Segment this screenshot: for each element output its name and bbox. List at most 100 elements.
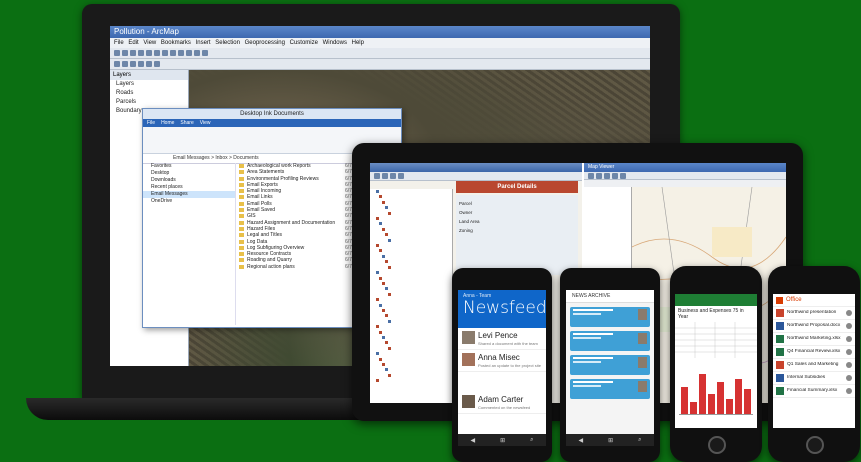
tool-icon[interactable]	[138, 61, 144, 67]
explorer-ribbon-tabs[interactable]: File Home Share View	[143, 119, 401, 127]
more-icon[interactable]	[846, 323, 852, 329]
tool-icon[interactable]	[162, 50, 168, 56]
folder-icon	[239, 170, 244, 175]
folder-icon	[239, 252, 244, 257]
tool-icon[interactable]	[114, 50, 120, 56]
back-icon[interactable]: ◀	[470, 437, 475, 444]
recent-documents-list[interactable]: Northwind presentation Northwind Proposal…	[773, 307, 855, 398]
bar	[699, 374, 706, 414]
nav-item[interactable]: Desktop	[143, 170, 235, 177]
tool-icon[interactable]	[122, 50, 128, 56]
feed-post[interactable]: Levi Pence Shared a document with the te…	[458, 328, 546, 350]
document-name: Northwind Marketing.xlsx	[787, 336, 841, 342]
search-icon[interactable]: ⌕	[530, 437, 533, 444]
folder-icon	[239, 214, 244, 219]
toc-item[interactable]: Parcels	[110, 98, 188, 107]
tool-icon[interactable]	[604, 172, 610, 179]
tree-node-icon	[382, 281, 385, 285]
tab-share[interactable]: Share	[180, 119, 193, 127]
tree-node-icon	[385, 341, 388, 345]
parcel-form[interactable]: Parcel Owner Land Area Zoning	[456, 195, 578, 275]
more-icon[interactable]	[846, 375, 852, 381]
chat-bubble[interactable]	[570, 331, 650, 351]
tree-node-icon	[379, 303, 382, 307]
phone-action-bar[interactable]: ◀ ⊞ ⌕	[566, 434, 654, 446]
arcmap-toolbar[interactable]	[110, 48, 650, 59]
document-item[interactable]: Northwind presentation	[773, 307, 855, 320]
more-icon[interactable]	[846, 336, 852, 342]
tool-icon[interactable]	[202, 50, 208, 56]
tool-icon[interactable]	[186, 50, 192, 56]
arcmap-menubar[interactable]: File Edit View Bookmarks Insert Selectio…	[110, 38, 650, 48]
tool-icon[interactable]	[374, 173, 380, 179]
tool-icon[interactable]	[154, 61, 160, 67]
tool-icon[interactable]	[146, 61, 152, 67]
feed-post[interactable]: Adam Carter Commented on the newsfeed	[458, 392, 546, 414]
chat-list[interactable]	[566, 307, 654, 399]
nav-item[interactable]: OneDrive	[143, 198, 235, 205]
parcel-tree[interactable]	[370, 189, 453, 403]
document-item[interactable]: Q4 Financial Review.xlsx	[773, 346, 855, 359]
tool-icon[interactable]	[194, 50, 200, 56]
post-text: Posted an update to the project site	[478, 363, 541, 368]
parcel-toolbar[interactable]	[370, 172, 582, 181]
tool-icon[interactable]	[130, 50, 136, 56]
parcel-details-header: Parcel Details	[456, 181, 578, 193]
document-item[interactable]: Northwind Proposal.docx	[773, 320, 855, 333]
more-icon[interactable]	[846, 349, 852, 355]
tool-icon[interactable]	[588, 172, 594, 179]
bar	[735, 379, 742, 414]
tool-icon[interactable]	[612, 172, 618, 179]
document-item[interactable]: Internal Subsidies	[773, 372, 855, 385]
tree-node-icon	[382, 363, 385, 366]
tree-node-icon	[382, 308, 385, 312]
tool-icon[interactable]	[154, 50, 160, 56]
document-icon	[776, 348, 784, 356]
nav-item[interactable]: Downloads	[143, 177, 235, 184]
more-icon[interactable]	[846, 388, 852, 394]
nav-item[interactable]: Favorites	[143, 163, 235, 170]
search-icon[interactable]: ⌕	[638, 437, 641, 444]
tab-home[interactable]: Home	[161, 119, 174, 127]
navigation-pane[interactable]: Favorites Desktop Downloads Recent place…	[143, 163, 236, 325]
document-item[interactable]: Q1 Sales and Marketing	[773, 359, 855, 372]
chat-bubble[interactable]	[570, 355, 650, 375]
arcmap-toolbar-2[interactable]	[110, 59, 650, 70]
nav-item-selected[interactable]: Email Messages	[143, 191, 235, 198]
tree-node-icon	[385, 260, 388, 264]
more-icon[interactable]	[846, 310, 852, 316]
chat-bubble[interactable]	[570, 307, 650, 327]
document-item[interactable]: Financial Summary.xlsx	[773, 385, 855, 398]
tool-icon[interactable]	[170, 50, 176, 56]
document-item[interactable]: Northwind Marketing.xlsx	[773, 333, 855, 346]
tool-icon[interactable]	[596, 172, 602, 179]
feed-post[interactable]: Anna Misec Posted an update to the proje…	[458, 350, 546, 372]
tool-icon[interactable]	[146, 50, 152, 56]
toc-item[interactable]: Roads	[110, 89, 188, 98]
tool-icon[interactable]	[390, 173, 396, 179]
chat-bubble[interactable]	[570, 379, 650, 399]
phone-action-bar[interactable]: ◀ ⊞ ⌕	[458, 434, 546, 446]
map-toolbar[interactable]	[584, 172, 786, 180]
avatar	[638, 309, 647, 320]
home-button[interactable]	[806, 436, 824, 454]
tool-icon[interactable]	[114, 61, 120, 67]
windows-icon[interactable]: ⊞	[500, 437, 505, 444]
nav-item[interactable]: Recent places	[143, 184, 235, 191]
tool-icon[interactable]	[620, 172, 626, 179]
tool-icon[interactable]	[178, 50, 184, 56]
tool-icon[interactable]	[122, 61, 128, 67]
windows-icon[interactable]: ⊞	[608, 437, 613, 444]
back-icon[interactable]: ◀	[578, 437, 583, 444]
toc-item[interactable]: Layers	[110, 80, 188, 89]
tool-icon[interactable]	[138, 50, 144, 56]
tool-icon[interactable]	[130, 61, 136, 67]
tool-icon[interactable]	[382, 173, 388, 179]
tool-icon[interactable]	[398, 173, 404, 179]
tree-node[interactable]	[370, 378, 452, 383]
more-icon[interactable]	[846, 362, 852, 368]
tab-view[interactable]: View	[200, 119, 211, 127]
spreadsheet-grid[interactable]	[675, 322, 757, 358]
home-button[interactable]	[708, 436, 726, 454]
tab-file[interactable]: File	[147, 119, 155, 127]
